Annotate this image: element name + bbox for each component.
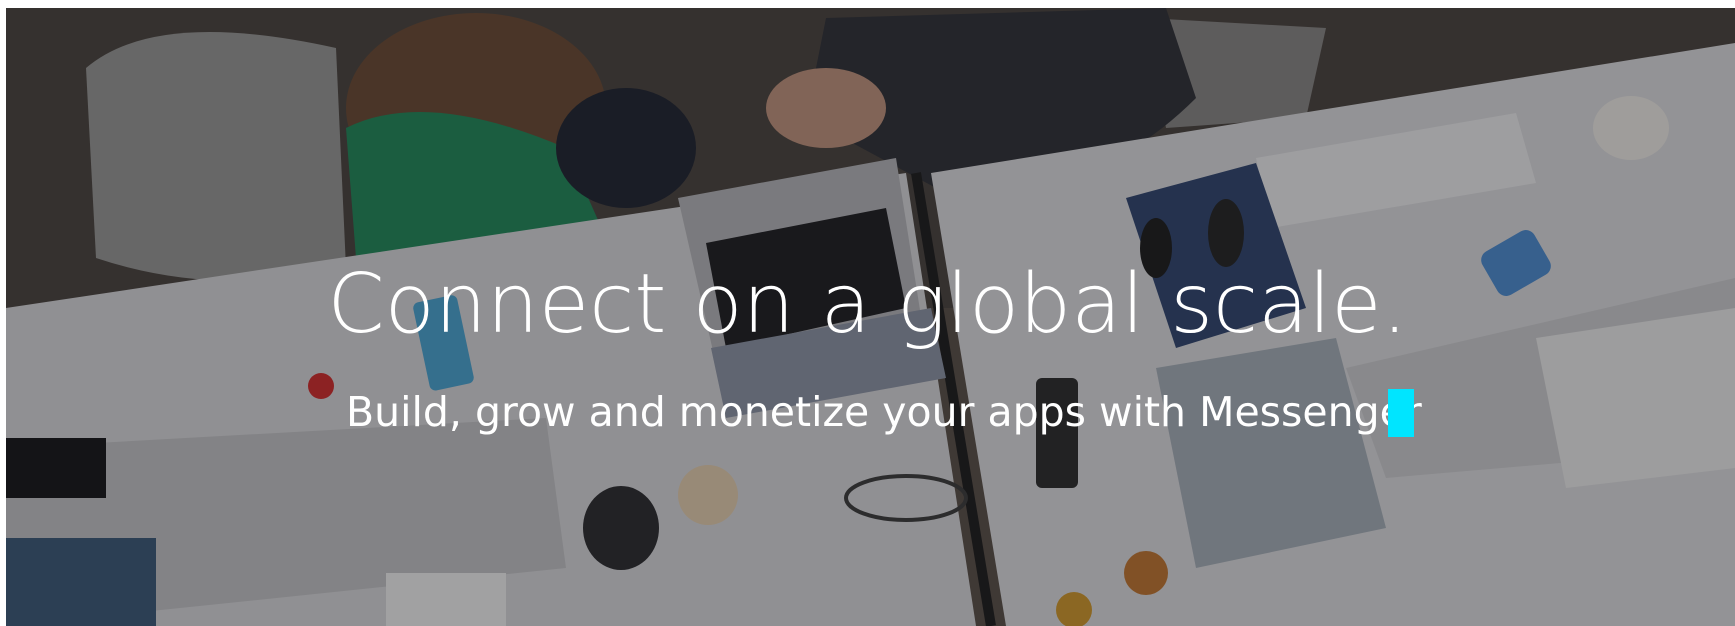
hero-subheadline: Build, grow and monetize your apps with …	[346, 388, 1422, 436]
hero-headline: Connect on a global scale.	[327, 257, 1408, 352]
text-cursor-icon	[1388, 389, 1414, 437]
